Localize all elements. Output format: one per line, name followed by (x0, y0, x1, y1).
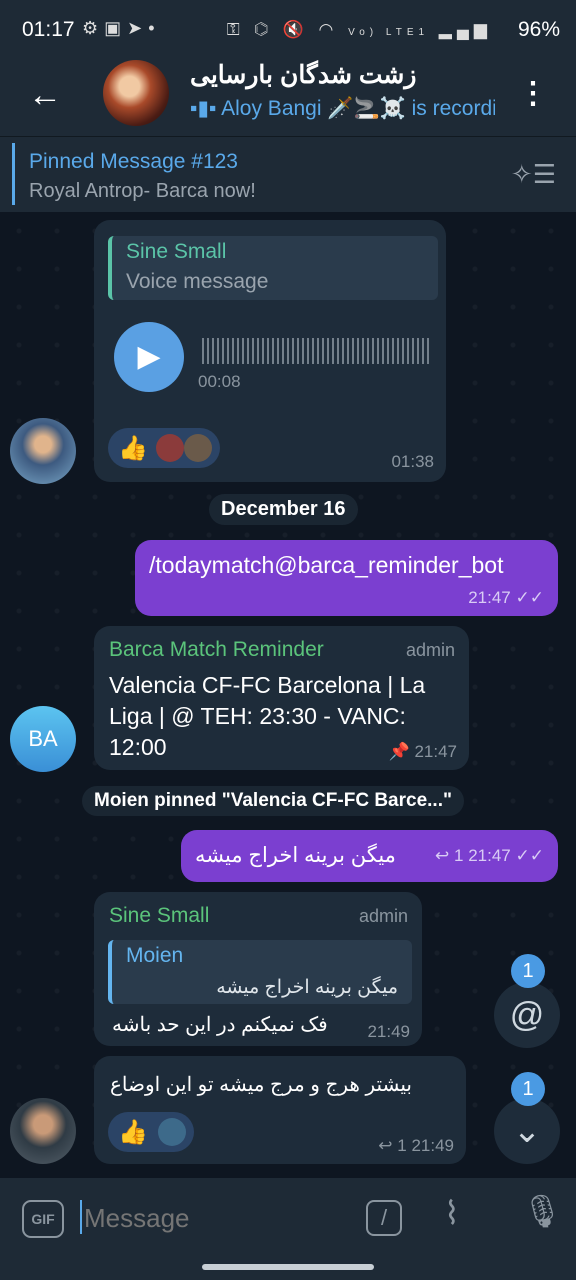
reply-arrow-icon: ↩ (378, 1136, 393, 1155)
user-avatar[interactable] (10, 1098, 76, 1164)
pinned-title: Pinned Message #123 (29, 150, 238, 173)
sender-name[interactable]: Barca Match Reminder (109, 638, 324, 662)
double-check-icon: ✓✓ (515, 846, 545, 865)
gif-icon[interactable]: GIF (22, 1200, 64, 1238)
message-meta: ↩ 1 21:49 (378, 1136, 454, 1155)
reaction-chip[interactable]: 👍 (108, 1112, 194, 1152)
message-text: فک نمیکنم در این حد باشه (112, 1014, 328, 1036)
user-avatar[interactable] (10, 418, 76, 484)
message-composer: GIF / ⌇ 🎙 (0, 1178, 576, 1258)
bot-avatar[interactable]: BA (10, 706, 76, 772)
pin-list-icon[interactable]: ✧☰ (511, 159, 556, 190)
pinned-indicator (12, 143, 15, 205)
bot-command-icon[interactable]: / (366, 1200, 402, 1236)
home-indicator[interactable] (202, 1264, 374, 1270)
pin-icon: 📌 (388, 742, 410, 761)
voice-duration: 00:08 (198, 372, 241, 391)
reply-quote[interactable]: Moien میگن برینه اخراج میشه (108, 940, 412, 1004)
message-meta: 21:47 ✓✓ (468, 588, 545, 607)
outgoing-message[interactable]: /todaymatch@barca_reminder_bot 21:47 ✓✓ (135, 540, 558, 616)
group-title[interactable]: زشت شدگان بارسایی (190, 60, 490, 90)
date-chip: December 16 (209, 494, 358, 525)
message-meta: ↩ 1 21:47 ✓✓ (435, 846, 545, 865)
last-message-bubble[interactable]: بیشتر هرج و مرج میشه تو این اوضاع 👍 ↩ 1 … (94, 1056, 466, 1164)
more-options-icon[interactable]: ⋮ (518, 76, 548, 111)
sender-name[interactable]: Sine Small (109, 904, 209, 928)
reply-quote[interactable]: Sine Small Voice message (108, 236, 438, 300)
quote-text: میگن برینه اخراج میشه (216, 977, 398, 998)
double-check-icon: ✓✓ (515, 588, 545, 607)
play-button[interactable]: ▶ (114, 322, 184, 392)
bot-message-bubble[interactable]: Barca Match Reminder admin Valencia CF-F… (94, 626, 469, 770)
group-avatar[interactable] (103, 60, 169, 126)
reactor-avatar (158, 1118, 186, 1146)
message-meta: 📌 21:47 (388, 742, 457, 761)
voice-message-bubble[interactable]: Sine Small Voice message ▶ 00:08 👍 01:38 (94, 220, 446, 482)
scroll-down-icon[interactable]: ⌄ (494, 1098, 560, 1164)
reaction-emoji: 👍 (118, 435, 148, 462)
chat-area[interactable]: Sine Small Voice message ▶ 00:08 👍 01:38… (0, 212, 576, 1178)
reaction-emoji: 👍 (118, 1119, 148, 1146)
message-time: 01:38 (391, 452, 434, 471)
waveform[interactable] (202, 338, 430, 364)
reactor-avatar (156, 434, 184, 462)
status-bar: 01:17 ⚙▣➤• ⚿ ⌬ 🔇 ◠ Vo) LTE1 ▂▄▆ 96% (0, 0, 576, 62)
mention-icon[interactable]: @ (494, 982, 560, 1048)
message-text: بیشتر هرج و مرج میشه تو این اوضاع (110, 1074, 413, 1096)
unread-badge: 1 (511, 1072, 545, 1106)
pinned-text: Royal Antrop- Barca now! (29, 180, 256, 202)
notification-icons: ⚙▣➤• (82, 18, 161, 38)
reply-sender: Sine Small (126, 240, 227, 263)
mention-badge: 1 (511, 954, 545, 988)
reaction-chip[interactable]: 👍 (108, 428, 220, 468)
typing-status: ▪▮▪ Aloy Bangi 🗡️🚬☠️ is recording (190, 97, 495, 120)
chat-header: ← زشت شدگان بارسایی ▪▮▪ Aloy Bangi 🗡️🚬☠️… (0, 60, 576, 136)
reply-text: Voice message (126, 270, 269, 293)
reply-arrow-icon: ↩ (435, 846, 450, 865)
recording-wave-icon: ▪▮▪ (190, 97, 222, 120)
reply-message-bubble[interactable]: Sine Small admin Moien میگن برینه اخراج … (94, 892, 422, 1046)
battery-level: 96% (517, 18, 560, 41)
quote-sender: Moien (126, 944, 184, 967)
microphone-icon[interactable]: 🎙 (522, 1192, 563, 1230)
reactor-avatar (184, 434, 212, 462)
role-label: admin (405, 640, 455, 660)
role-label: admin (358, 906, 408, 926)
system-icons: ⚿ ⌬ 🔇 ◠ Vo) LTE1 ▂▄▆ (226, 20, 492, 39)
message-text: /todaymatch@barca_reminder_bot (149, 552, 504, 578)
message-text: میگن برینه اخراج میشه (195, 844, 396, 867)
message-input[interactable] (82, 1194, 356, 1242)
service-message: Moien pinned "Valencia CF-FC Barce..." (82, 786, 464, 816)
back-arrow-icon[interactable]: ← (28, 76, 62, 115)
pinned-message-bar[interactable]: Pinned Message #123 Royal Antrop- Barca … (0, 136, 576, 213)
message-time: 21:49 (367, 1022, 410, 1041)
nav-bar (0, 1258, 576, 1280)
attach-icon[interactable]: ⌇ (444, 1194, 460, 1232)
clock: 01:17 (22, 18, 75, 41)
network-label: Vo) LTE1 (348, 27, 430, 38)
outgoing-message[interactable]: میگن برینه اخراج میشه ↩ 1 21:47 ✓✓ (181, 830, 558, 882)
